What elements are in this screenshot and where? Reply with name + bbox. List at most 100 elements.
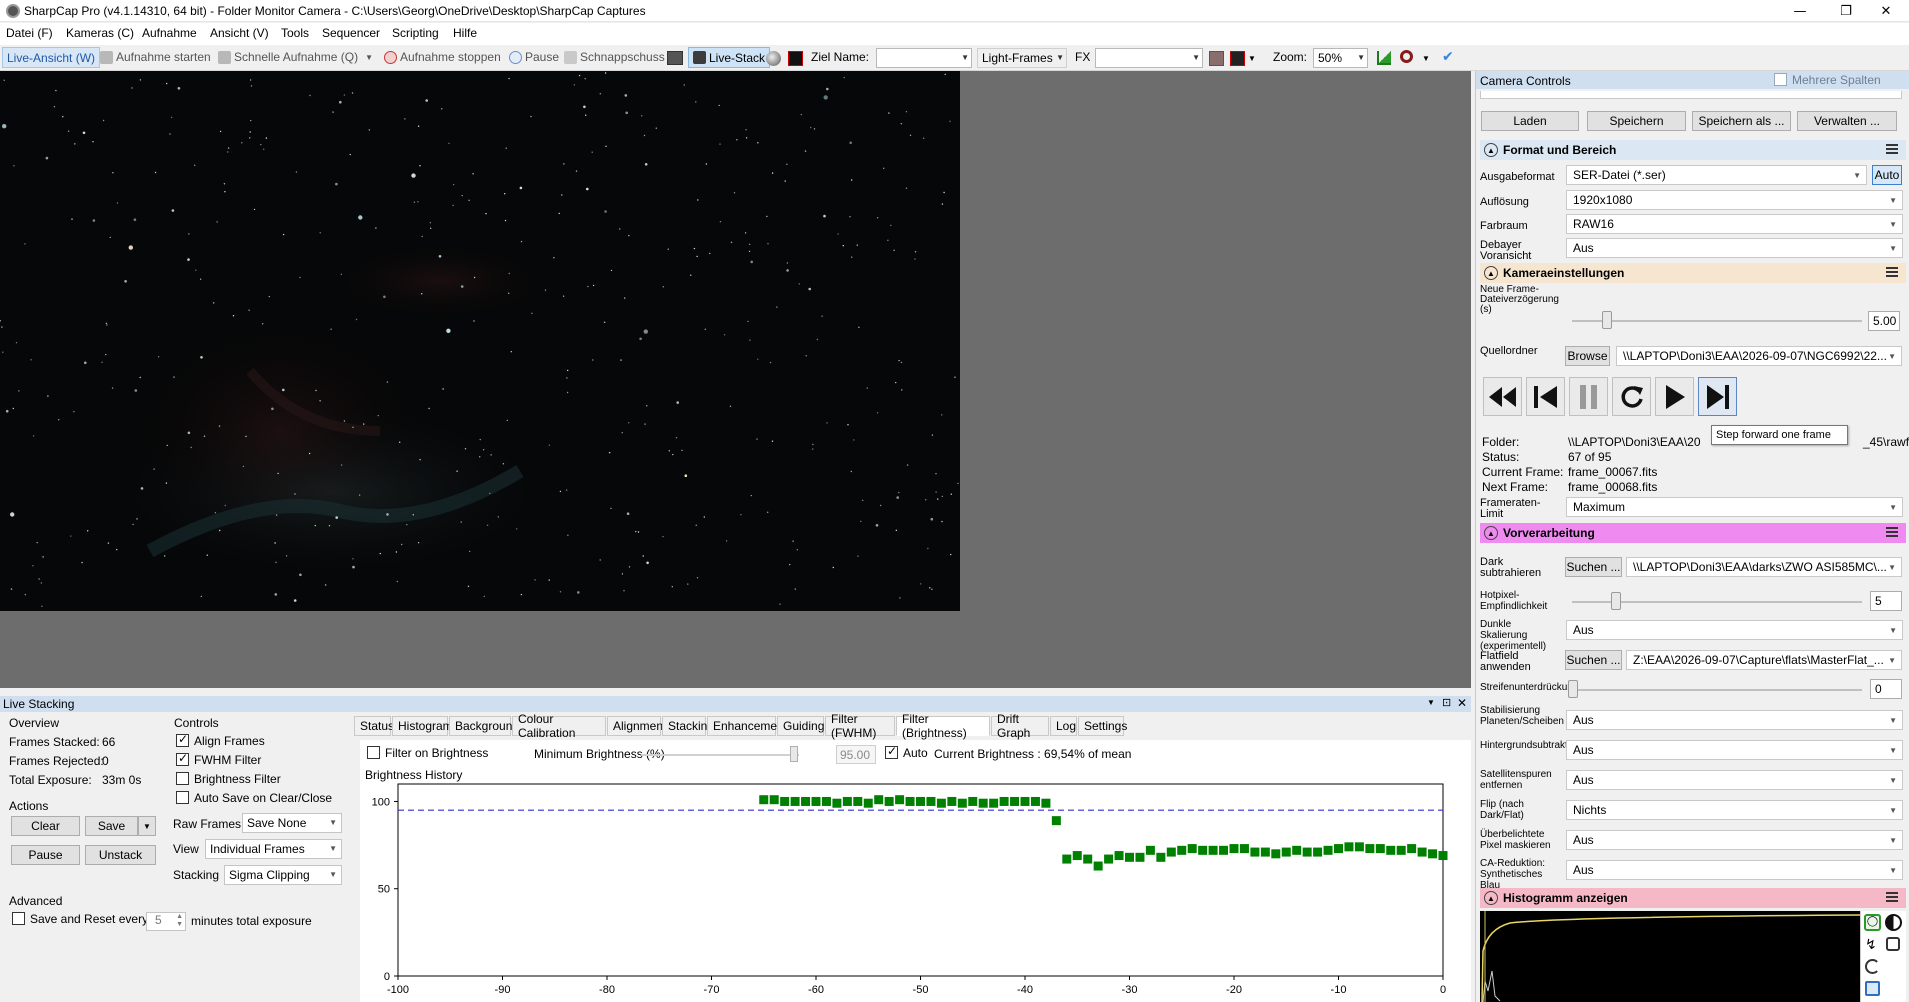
start-capture-button[interactable]: Aufnahme starten [100, 50, 211, 64]
frame-delay-input[interactable]: 5.00 [1868, 311, 1900, 331]
chevron-down-icon[interactable]: ▼ [1422, 54, 1430, 63]
fx-combo[interactable]: ▼ [1095, 48, 1203, 68]
raw-frames-select[interactable]: Save None ▼ [242, 813, 342, 833]
browse-button[interactable]: Browse [1565, 346, 1610, 366]
section-histogram-header[interactable]: ▲ Histogramm anzeigen [1480, 888, 1906, 908]
section-format-header[interactable]: ▲ Format und Bereich [1480, 140, 1906, 160]
clear-button[interactable]: Clear [11, 816, 80, 836]
tab-filter-fwhm[interactable]: Filter (FWHM) [825, 712, 895, 740]
tab-settings[interactable]: Settings [1078, 716, 1127, 736]
image-viewer[interactable] [0, 71, 1471, 688]
section-camera-header[interactable]: ▲ Kameraeinstellungen [1480, 263, 1906, 283]
chevron-down-icon[interactable]: ▼ [1427, 698, 1435, 707]
pause-playback-button[interactable] [1569, 377, 1608, 416]
stacking-select[interactable]: Sigma Clipping ▼ [224, 865, 342, 885]
auto-format-button[interactable]: Auto [1872, 165, 1902, 185]
banding-slider[interactable] [1572, 689, 1862, 691]
zoom-select[interactable]: 50% ▼ [1313, 48, 1368, 68]
satellite-select[interactable]: Aus ▼ [1566, 770, 1903, 790]
fwhm-filter-checkbox[interactable] [176, 751, 189, 766]
collapse-icon[interactable]: ▲ [1484, 266, 1498, 280]
flat-search-button[interactable]: Suchen ... [1565, 650, 1622, 670]
live-stack-button[interactable]: Live-Stack [688, 47, 771, 68]
view-select[interactable]: Individual Frames ▼ [205, 839, 342, 859]
fwhm-filter-row[interactable]: FWHM Filter [176, 751, 261, 767]
minimize-button[interactable]: — [1777, 0, 1823, 22]
hamburger-menu-icon[interactable] [1886, 144, 1898, 154]
overexposed-select[interactable]: Aus ▼ [1566, 830, 1903, 850]
resolution-select[interactable]: 1920x1080 ▼ [1566, 190, 1903, 210]
lightning-icon[interactable]: ↯ [1865, 937, 1877, 953]
menu-tools[interactable]: Tools [281, 26, 309, 40]
tab-colour-calibration[interactable]: Colour Calibration [512, 712, 606, 740]
source-folder-select[interactable]: \\LAPTOP\Doni3\EAA\2026-09-07\NGC6992\22… [1616, 346, 1902, 366]
pause-button[interactable]: Pause [509, 50, 559, 64]
frame-delay-slider-thumb[interactable] [1602, 311, 1612, 329]
align-frames-checkbox[interactable] [176, 732, 189, 747]
tab-filter-brightness[interactable]: Filter (Brightness) [896, 712, 990, 740]
tab-enhancement[interactable]: Enhancement [707, 716, 787, 736]
tab-drift-graph[interactable]: Drift Graph [991, 712, 1049, 740]
dark-scale-select[interactable]: Aus ▼ [1566, 620, 1903, 640]
lock-icon[interactable] [1886, 937, 1900, 951]
restart-button[interactable] [1612, 377, 1651, 416]
tab-status[interactable]: Status [354, 716, 394, 736]
tab-log[interactable]: Log [1050, 716, 1077, 736]
ca-reduction-select[interactable]: Aus ▼ [1566, 860, 1903, 880]
min-brightness-slider[interactable] [641, 754, 799, 756]
collapse-icon[interactable]: ▲ [1484, 143, 1498, 157]
menu-help[interactable]: Hilfe [453, 26, 477, 40]
sphere-icon[interactable] [766, 51, 781, 66]
flip-select[interactable]: Nichts ▼ [1566, 800, 1903, 820]
brightness-filter-checkbox[interactable] [176, 772, 189, 785]
histogram-icon[interactable] [1377, 51, 1391, 65]
profile-select-stub[interactable] [1480, 91, 1902, 99]
pin-icon[interactable]: ⊡ [1442, 696, 1451, 709]
reset-icon[interactable] [1865, 959, 1880, 974]
snapshot-button[interactable]: Schnappschuss [564, 50, 665, 64]
filter-on-brightness-checkbox[interactable] [367, 746, 380, 759]
tab-background[interactable]: Background [449, 716, 519, 736]
quick-capture-button[interactable]: Schnelle Aufnahme (Q) ▼ [218, 50, 373, 64]
menu-cameras[interactable]: Kameras (C) [66, 26, 134, 40]
hotpixel-slider-thumb[interactable] [1611, 592, 1621, 610]
debayer-select[interactable]: Aus ▼ [1566, 238, 1903, 258]
align-frames-row[interactable]: Align Frames [176, 732, 265, 748]
tab-alignment[interactable]: Alignment [607, 716, 666, 736]
hamburger-menu-icon[interactable] [1886, 527, 1898, 537]
menu-scripting[interactable]: Scripting [392, 26, 439, 40]
zoom-icon[interactable] [1400, 50, 1413, 63]
save-icon[interactable] [1865, 981, 1880, 996]
save-profile-button[interactable]: Speichern [1587, 111, 1686, 131]
bg-subtract-select[interactable]: Aus ▼ [1566, 740, 1903, 760]
tab-histogram[interactable]: Histogram [392, 716, 453, 736]
frame-delay-slider[interactable] [1572, 320, 1862, 322]
live-view-button[interactable]: Live-Ansicht (W) [2, 47, 101, 68]
manage-profiles-button[interactable]: Verwalten ... [1797, 111, 1897, 131]
target-name-combo[interactable]: ▼ [876, 48, 972, 68]
collapse-icon[interactable]: ▲ [1484, 891, 1498, 905]
menu-sequencer[interactable]: Sequencer [322, 26, 380, 40]
tab-guiding[interactable]: Guiding [777, 716, 824, 736]
hamburger-menu-icon[interactable] [1886, 267, 1898, 277]
collapse-icon[interactable]: ▲ [1484, 526, 1498, 540]
frame-type-select[interactable]: Light-Frames ▼ [977, 48, 1067, 68]
load-profile-button[interactable]: Laden [1481, 111, 1579, 131]
unstack-button[interactable]: Unstack [85, 845, 156, 865]
step-back-button[interactable] [1526, 377, 1565, 416]
close-panel-icon[interactable]: ✕ [1457, 696, 1467, 710]
auto-checkbox[interactable] [885, 744, 898, 759]
pin-icon[interactable]: ✔ [1442, 50, 1456, 65]
framerate-limit-select[interactable]: Maximum ▼ [1566, 497, 1903, 517]
pause-stack-button[interactable]: Pause [11, 845, 80, 865]
output-format-select[interactable]: SER-Datei (*.ser) ▼ [1566, 165, 1867, 185]
histogram-stretch-icon[interactable]: ◯ [1864, 914, 1881, 931]
menu-view[interactable]: Ansicht (V) [210, 26, 269, 40]
multi-columns-toggle[interactable]: Mehrere Spalten [1774, 73, 1881, 87]
step-forward-button[interactable] [1698, 377, 1737, 416]
save-as-profile-button[interactable]: Speichern als ... [1692, 111, 1791, 131]
save-button[interactable]: Save [85, 816, 138, 836]
dark-search-button[interactable]: Suchen ... [1565, 557, 1622, 577]
min-brightness-input[interactable]: 95.00 [836, 745, 876, 764]
histogram-display[interactable] [1480, 911, 1860, 1002]
